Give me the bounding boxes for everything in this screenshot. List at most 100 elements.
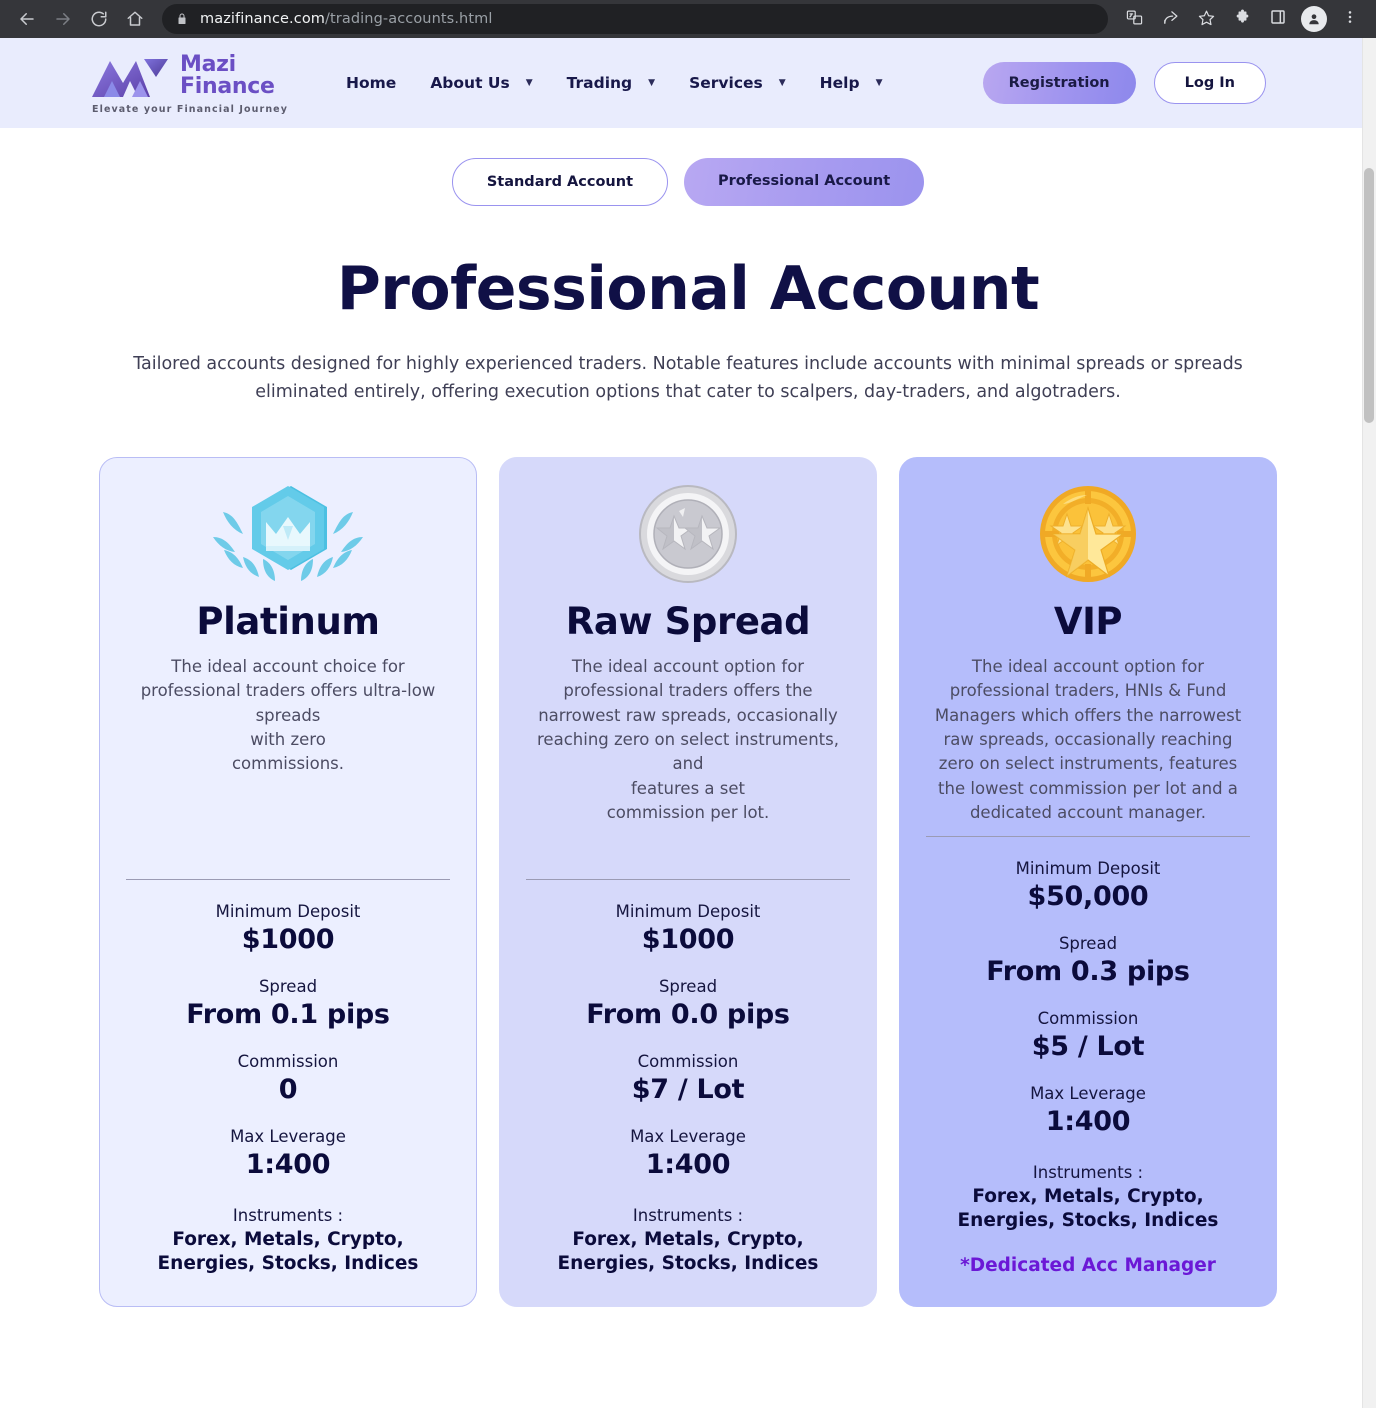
page-description: Tailored accounts designed for highly ex…	[133, 354, 1243, 403]
chevron-down-icon: ▼	[778, 77, 786, 88]
translate-button[interactable]	[1118, 3, 1150, 35]
spec-value: $5 / Lot	[1031, 1030, 1145, 1062]
account-type-toggle: Standard Account Professional Account	[0, 128, 1376, 206]
translate-icon	[1126, 9, 1143, 30]
url-text: mazifinance.com/trading-accounts.html	[200, 11, 492, 27]
spec-label: Spread	[658, 976, 718, 996]
spec-value: From 0.0 pips	[586, 998, 790, 1030]
spec-commission: Commission 0	[238, 1030, 339, 1105]
spec-min-deposit: Minimum Deposit $1000	[616, 880, 761, 955]
side-panel-button[interactable]	[1262, 3, 1294, 35]
nav-item-help[interactable]: Help ▼	[820, 68, 883, 98]
reload-button[interactable]	[82, 2, 116, 36]
bookmark-button[interactable]	[1190, 3, 1222, 35]
account-card-platinum[interactable]: Platinum The ideal account choice for pr…	[99, 456, 477, 1308]
nav-label: Services	[689, 74, 763, 92]
site-logo[interactable]: Mazi Finance Elevate your Financial Jour…	[90, 51, 288, 115]
spec-label: Minimum Deposit	[215, 901, 361, 921]
professional-account-tab[interactable]: Professional Account	[684, 158, 925, 206]
spec-value: From 0.3 pips	[986, 955, 1190, 987]
registration-button[interactable]: Registration	[982, 62, 1136, 104]
spec-max-leverage: Max Leverage 1:400	[630, 1105, 746, 1180]
logo-tagline: Elevate your Financial Journey	[92, 104, 289, 115]
instruments-value: Forex, Metals, Crypto, Energies, Stocks,…	[557, 1228, 819, 1274]
nav-label: Help	[819, 74, 860, 92]
logo-line2: Finance	[180, 74, 275, 99]
account-cards: Platinum The ideal account choice for pr…	[0, 456, 1376, 1308]
spec-value: 1:400	[645, 1148, 731, 1180]
spec-max-leverage: Max Leverage 1:400	[230, 1105, 346, 1180]
page-scrollbar[interactable]	[1362, 38, 1376, 1408]
main-navigation: Home About Us ▼ Trading ▼ Services ▼ Hel…	[346, 68, 983, 98]
instruments-label: Instruments :	[632, 1205, 744, 1225]
spec-label: Max Leverage	[1030, 1083, 1146, 1103]
spec-value: $50,000	[1027, 880, 1149, 912]
url-host: mazifinance.com	[200, 11, 326, 27]
gold-three-star-coin-icon	[1023, 482, 1153, 586]
site-header: Mazi Finance Elevate your Financial Jour…	[0, 38, 1376, 128]
dedicated-account-manager-note: *Dedicated Acc Manager	[960, 1255, 1216, 1277]
share-icon	[1162, 9, 1179, 30]
profile-button[interactable]	[1298, 3, 1330, 35]
lock-icon	[176, 12, 188, 26]
nav-item-home[interactable]: Home	[346, 68, 396, 98]
nav-item-about-us[interactable]: About Us ▼	[430, 68, 532, 98]
spec-value: 0	[278, 1073, 298, 1105]
home-icon	[126, 10, 144, 28]
card-description: The ideal account option for professiona…	[537, 656, 839, 823]
account-card-raw-spread[interactable]: Raw Spread The ideal account option for …	[499, 456, 877, 1308]
spec-commission: Commission $7 / Lot	[632, 1030, 745, 1105]
profile-avatar-icon	[1301, 6, 1327, 32]
url-path: /trading-accounts.html	[325, 11, 493, 27]
standard-account-tab[interactable]: Standard Account	[451, 158, 669, 206]
account-card-vip[interactable]: VIP The ideal account option for profess…	[899, 456, 1277, 1308]
spec-spread: Spread From 0.1 pips	[186, 955, 390, 1030]
chevron-down-icon: ▼	[875, 77, 883, 88]
platinum-crown-badge-icon	[213, 482, 363, 586]
spec-label: Spread	[1058, 933, 1118, 953]
card-title: VIP	[1053, 599, 1123, 643]
page-viewport: Mazi Finance Elevate your Financial Jour…	[0, 38, 1376, 1408]
address-bar[interactable]: mazifinance.com/trading-accounts.html	[162, 4, 1108, 34]
spec-max-leverage: Max Leverage 1:400	[1030, 1062, 1146, 1137]
spec-spread: Spread From 0.3 pips	[986, 912, 1190, 987]
spec-value: 1:400	[245, 1148, 331, 1180]
instruments-label: Instruments :	[1032, 1162, 1144, 1182]
home-button[interactable]	[118, 2, 152, 36]
spec-value: $1000	[241, 923, 335, 955]
spec-label: Spread	[258, 976, 318, 996]
login-button[interactable]: Log In	[1153, 62, 1266, 104]
main-content: Standard Account Professional Account Pr…	[0, 128, 1376, 1308]
chevron-down-icon: ▼	[525, 77, 533, 88]
logo-wordmark: Mazi Finance	[180, 51, 275, 99]
extensions-button[interactable]	[1226, 3, 1258, 35]
spec-min-deposit: Minimum Deposit $50,000	[1016, 837, 1161, 912]
share-button[interactable]	[1154, 3, 1186, 35]
nav-item-services[interactable]: Services ▼	[689, 68, 786, 98]
nav-item-trading[interactable]: Trading ▼	[567, 68, 655, 98]
spec-label: Max Leverage	[630, 1126, 746, 1146]
back-button[interactable]	[10, 2, 44, 36]
spec-commission: Commission $5 / Lot	[1032, 987, 1145, 1062]
logo-line1: Mazi	[180, 51, 236, 77]
mazi-finance-logo-icon	[90, 51, 170, 101]
scrollbar-thumb[interactable]	[1364, 168, 1374, 423]
toolbar-actions	[1118, 3, 1366, 35]
silver-two-star-coin-icon	[623, 482, 753, 586]
instruments-label: Instruments :	[232, 1205, 344, 1225]
instruments-value: Forex, Metals, Crypto, Energies, Stocks,…	[157, 1228, 419, 1274]
forward-button[interactable]	[46, 2, 80, 36]
chevron-down-icon: ▼	[648, 77, 656, 88]
header-actions: Registration Log In	[982, 62, 1266, 104]
spec-label: Minimum Deposit	[1015, 858, 1161, 878]
spec-label: Commission	[237, 1051, 339, 1071]
spec-value: 1:400	[1045, 1105, 1131, 1137]
page-title: Professional Account	[336, 254, 1040, 324]
nav-label: Home	[346, 74, 397, 92]
spec-value: $7 / Lot	[631, 1073, 745, 1105]
puzzle-icon	[1234, 9, 1251, 30]
spec-spread: Spread From 0.0 pips	[586, 955, 790, 1030]
card-title: Raw Spread	[565, 599, 811, 643]
card-description: The ideal account option for professiona…	[934, 656, 1242, 823]
browser-menu-button[interactable]	[1334, 3, 1366, 35]
